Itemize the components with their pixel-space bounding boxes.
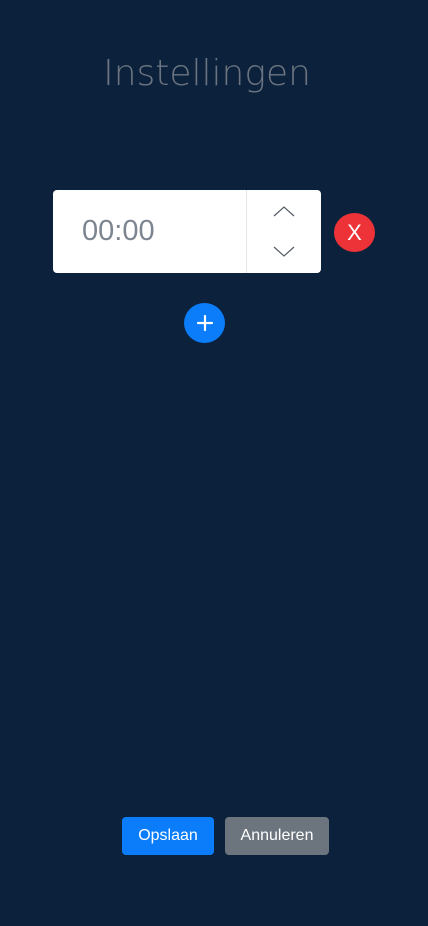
page-title: Instellingen xyxy=(103,53,311,94)
plus-icon xyxy=(196,314,213,332)
cancel-button[interactable]: Annuleren xyxy=(225,817,329,855)
save-button[interactable]: Opslaan xyxy=(122,817,214,855)
chevron-down-icon xyxy=(273,246,295,257)
decrement-button[interactable] xyxy=(247,231,321,272)
time-picker xyxy=(53,190,321,273)
chevron-up-icon xyxy=(273,205,295,216)
time-input[interactable] xyxy=(53,190,246,273)
add-time-button[interactable] xyxy=(184,303,225,343)
remove-time-button[interactable]: X xyxy=(334,213,375,252)
save-button-label: Opslaan xyxy=(138,827,198,844)
cancel-button-label: Annuleren xyxy=(240,827,314,844)
increment-button[interactable] xyxy=(247,190,321,231)
remove-time-label: X xyxy=(347,219,362,245)
time-stepper xyxy=(246,190,321,273)
